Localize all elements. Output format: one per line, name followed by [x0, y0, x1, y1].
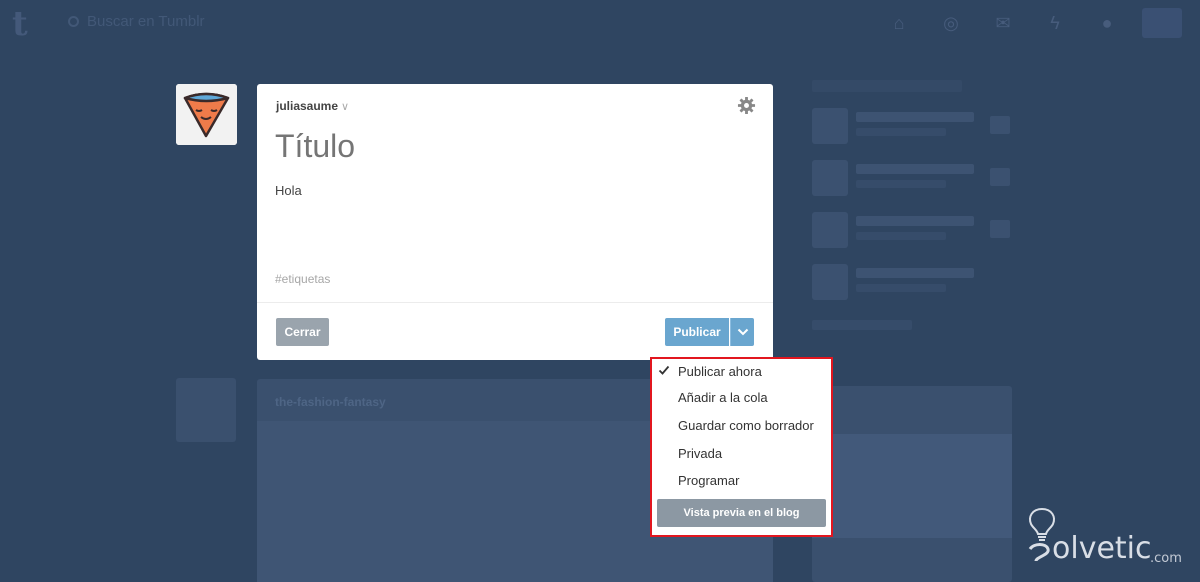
blog-name [856, 164, 974, 174]
search-placeholder: Buscar en Tumblr [87, 13, 205, 30]
pizza-avatar-icon [176, 84, 237, 145]
menu-item-label: Publicar ahora [678, 364, 762, 379]
watermark-brand: olvetic [1052, 531, 1152, 566]
recommended-blog-row [812, 262, 1012, 314]
tumblr-logo[interactable]: t [12, 4, 28, 44]
user-icon[interactable]: ● [1096, 13, 1118, 33]
blog-thumbnail [812, 108, 848, 144]
nav-icons: ⌂ ◎ ✉ ϟ ● [858, 8, 1182, 38]
post-title-input[interactable] [275, 128, 755, 165]
recommended-heading [812, 80, 962, 92]
user-avatar[interactable] [176, 84, 237, 145]
composer-divider [257, 302, 773, 303]
recommended-blog-row [812, 158, 1012, 210]
menu-item-label: Programar [678, 473, 740, 488]
top-navigation-bar: t Buscar en Tumblr ⌂ ◎ ✉ ϟ ● [0, 0, 1200, 46]
home-icon[interactable]: ⌂ [888, 13, 910, 33]
mail-icon[interactable]: ✉ [992, 13, 1014, 33]
menu-item-schedule[interactable]: Programar [678, 473, 739, 488]
blog-name [856, 216, 974, 226]
blog-name [856, 268, 974, 278]
publish-options-toggle[interactable] [730, 318, 754, 346]
recommended-blogs [812, 80, 1012, 330]
search-icon [68, 16, 79, 27]
menu-item-label: Guardar como borrador [678, 418, 814, 433]
checkmark-icon [658, 365, 670, 375]
gear-icon[interactable] [737, 96, 756, 115]
preview-on-blog-button[interactable]: Vista previa en el blog [657, 499, 826, 527]
search-box[interactable]: Buscar en Tumblr [68, 13, 205, 30]
menu-item-save-draft[interactable]: Guardar como borrador [678, 418, 814, 433]
blog-description [856, 180, 946, 188]
watermark-domain: .com [1150, 551, 1182, 566]
solvetic-watermark: olvetic .com [1022, 503, 1192, 569]
blog-thumbnail [812, 264, 848, 300]
tags-input[interactable]: #etiquetas [275, 272, 335, 287]
follow-button[interactable] [990, 116, 1010, 134]
menu-item-label: Añadir a la cola [678, 390, 768, 405]
blog-description [856, 128, 946, 136]
lightning-icon[interactable]: ϟ [1044, 13, 1066, 33]
blog-selector[interactable]: juliasaume ∨ [276, 99, 349, 113]
recommended-blog-row [812, 210, 1012, 262]
post-composer: juliasaume∨ Hola #etiquetas Cerrar Publi… [257, 84, 773, 360]
menu-item-publish-now[interactable]: Publicar ahora [678, 364, 762, 379]
menu-item-add-to-queue[interactable]: Añadir a la cola [678, 390, 768, 405]
post-author-name: the-fashion-fantasy [275, 395, 386, 409]
post-body-text[interactable]: Hola [275, 183, 302, 198]
blog-thumbnail [812, 212, 848, 248]
close-button[interactable]: Cerrar [276, 318, 329, 346]
chevron-down-icon [737, 328, 749, 336]
menu-item-label: Privada [678, 446, 723, 461]
recommended-blog-row [812, 106, 1012, 158]
chevron-down-icon: ∨ [341, 101, 350, 113]
menu-item-private[interactable]: Privada [678, 446, 722, 461]
radar-box [812, 386, 1012, 582]
compass-icon[interactable]: ◎ [940, 13, 962, 33]
blog-description [856, 232, 946, 240]
blog-thumbnail [812, 160, 848, 196]
blog-description [856, 284, 946, 292]
blog-name-label: juliasaume [276, 99, 339, 113]
compose-button[interactable] [1142, 8, 1182, 38]
follow-button[interactable] [990, 220, 1010, 238]
blog-name [856, 112, 974, 122]
radar-image [812, 434, 1012, 538]
post-author-avatar [176, 378, 236, 442]
follow-button[interactable] [990, 168, 1010, 186]
explore-more-link[interactable] [812, 320, 912, 330]
publish-options-menu: Publicar ahora Añadir a la cola Guardar … [650, 357, 833, 537]
publish-button[interactable]: Publicar [665, 318, 729, 346]
